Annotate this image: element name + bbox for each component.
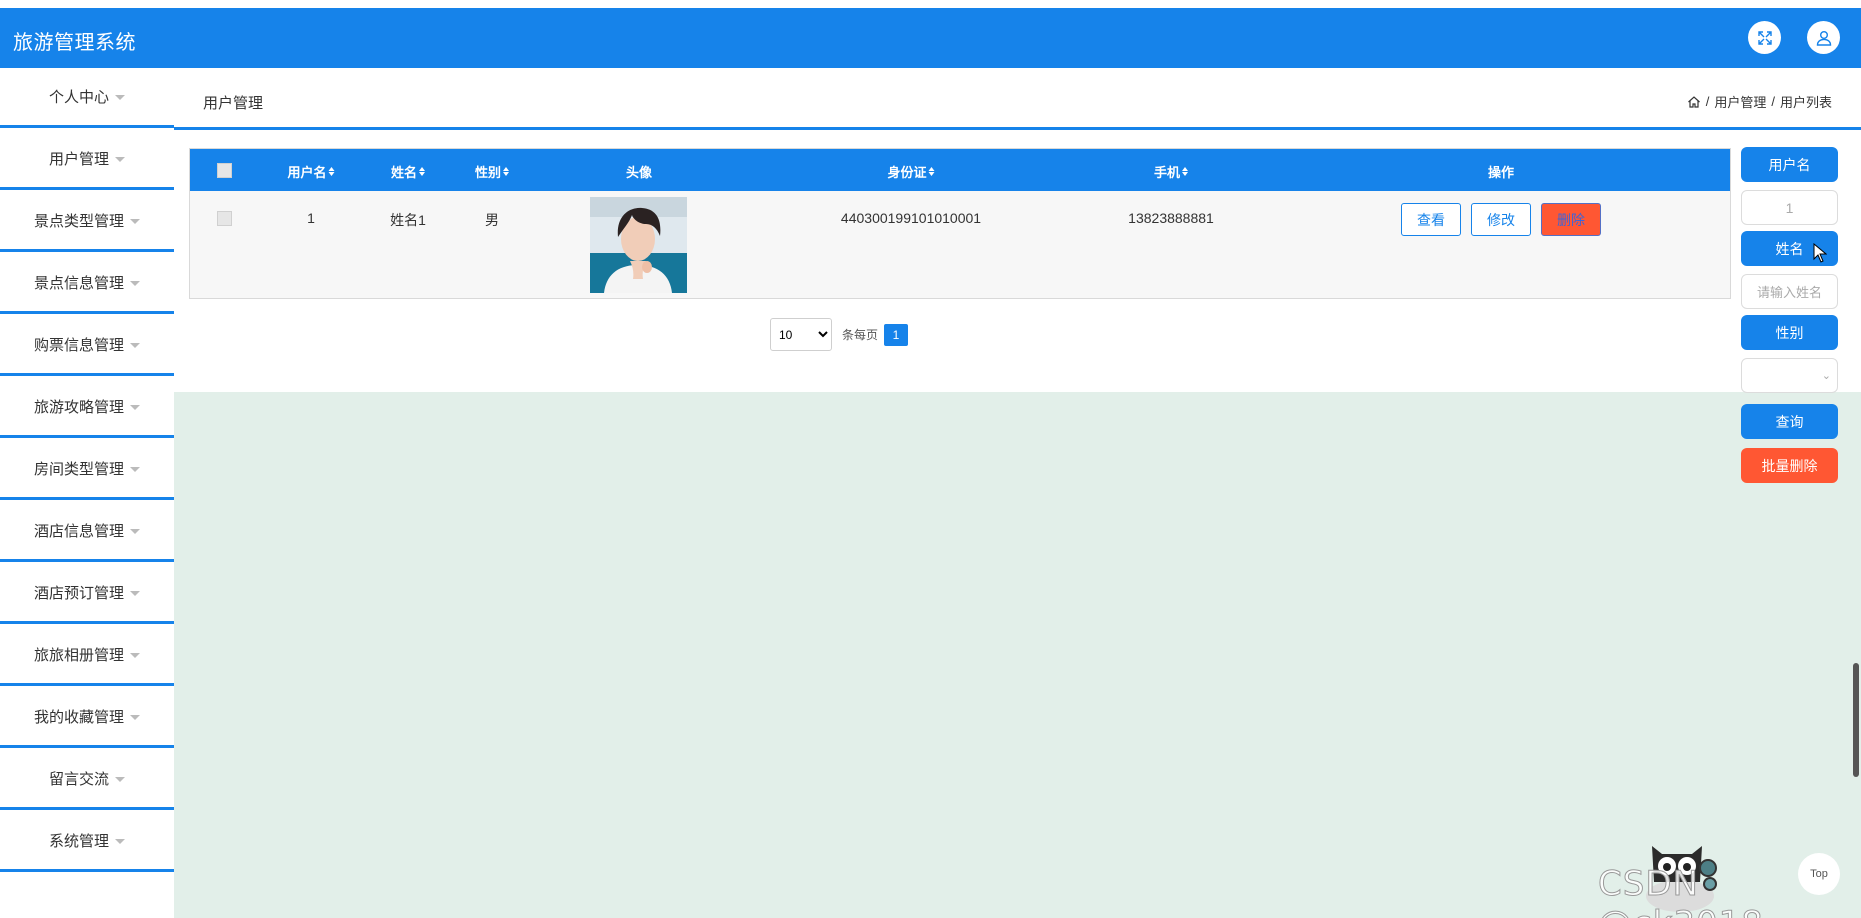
sidebar-item-travel-guide[interactable]: 旅游攻略管理 xyxy=(0,378,174,438)
sidebar-item-label: 景点类型管理 xyxy=(33,213,124,230)
sidebar-item-hotel-booking[interactable]: 酒店预订管理 xyxy=(0,564,174,624)
sidebar-item-ticket-info[interactable]: 购票信息管理 xyxy=(0,316,174,376)
user-table: 用户名 姓名 性别 头像 身份证 手机 操作 1 姓名1 男 440300199… xyxy=(189,148,1731,299)
batch-delete-button[interactable]: 批量删除 xyxy=(1741,448,1838,483)
sidebar-item-label: 个人中心 xyxy=(48,89,109,106)
breadcrumb: / 用户管理 / 用户列表 xyxy=(1687,92,1832,111)
caret-down-icon xyxy=(115,838,125,844)
sort-icon xyxy=(928,167,935,176)
sidebar-item-label: 酒店信息管理 xyxy=(33,523,124,540)
sidebar-item-label: 旅游攻略管理 xyxy=(33,399,124,416)
sidebar-item-photo-album[interactable]: 旅旅相册管理 xyxy=(0,626,174,686)
sidebar-item-label: 用户管理 xyxy=(48,151,109,168)
user-icon xyxy=(1816,30,1831,46)
caret-down-icon xyxy=(130,528,140,534)
column-header-name[interactable]: 姓名 xyxy=(391,162,426,181)
avatar-photo xyxy=(590,197,687,293)
sidebar-item-label: 购票信息管理 xyxy=(33,337,124,354)
cell-name: 姓名1 xyxy=(390,212,426,228)
app-title: 旅游管理系统 xyxy=(13,30,136,54)
caret-down-icon xyxy=(130,652,140,658)
sidebar-item-label: 旅旅相册管理 xyxy=(33,647,124,664)
page-number-current[interactable]: 1 xyxy=(884,323,909,346)
sidebar-item-label: 房间类型管理 xyxy=(33,461,124,478)
name-input[interactable]: 请输入姓名 xyxy=(1741,274,1838,309)
sort-icon xyxy=(419,167,426,176)
sidebar-item-scenic-type[interactable]: 景点类型管理 xyxy=(0,192,174,252)
sidebar-item-label: 我的收藏管理 xyxy=(33,709,124,726)
avatar-image xyxy=(590,197,687,293)
window-top-strip xyxy=(0,0,1861,8)
pagination: 10 条每页 1 xyxy=(770,318,909,351)
breadcrumb-item-user-management[interactable]: 用户管理 xyxy=(1714,92,1766,111)
breadcrumb-separator: / xyxy=(1705,94,1710,109)
gender-select[interactable]: ⌄ xyxy=(1741,358,1838,393)
page-topbar: 用户管理 / 用户管理 / 用户列表 xyxy=(174,68,1861,130)
caret-down-icon xyxy=(115,156,125,162)
sidebar: 个人中心 用户管理 景点类型管理 景点信息管理 购票信息管理 旅游攻略管理 房间… xyxy=(0,68,174,918)
sidebar-item-label: 系统管理 xyxy=(48,833,109,850)
sidebar-item-messages[interactable]: 留言交流 xyxy=(0,750,174,810)
username-label: 用户名 xyxy=(1741,147,1838,182)
sidebar-item-system[interactable]: 系统管理 xyxy=(0,812,174,872)
caret-down-icon xyxy=(115,776,125,782)
row-checkbox[interactable] xyxy=(217,211,232,226)
caret-down-icon xyxy=(115,94,125,100)
view-button[interactable]: 查看 xyxy=(1401,203,1461,236)
column-header-actions: 操作 xyxy=(1487,165,1515,180)
sort-icon xyxy=(1182,167,1189,176)
sidebar-item-label: 酒店预订管理 xyxy=(33,585,124,602)
caret-down-icon xyxy=(130,218,140,224)
home-icon[interactable] xyxy=(1687,95,1701,109)
caret-down-icon xyxy=(130,590,140,596)
table-header: 用户名 姓名 性别 头像 身份证 手机 操作 xyxy=(190,149,1730,191)
fullscreen-icon xyxy=(1757,30,1772,45)
caret-down-icon xyxy=(130,404,140,410)
cell-gender: 男 xyxy=(485,212,499,228)
column-header-avatar: 头像 xyxy=(625,165,653,180)
app-header: 旅游管理系统 xyxy=(0,8,1861,68)
sort-icon xyxy=(503,167,510,176)
sidebar-item-label: 留言交流 xyxy=(48,771,109,788)
page-scrollbar[interactable] xyxy=(1853,663,1859,777)
column-header-gender[interactable]: 性别 xyxy=(475,162,510,181)
edit-button[interactable]: 修改 xyxy=(1471,203,1531,236)
column-header-id-card[interactable]: 身份证 xyxy=(887,162,935,181)
sidebar-item-personal-center[interactable]: 个人中心 xyxy=(0,68,174,128)
sidebar-item-scenic-info[interactable]: 景点信息管理 xyxy=(0,254,174,314)
sidebar-item-user-management[interactable]: 用户管理 xyxy=(0,130,174,190)
gender-label: 性别 xyxy=(1741,315,1838,350)
select-all-checkbox[interactable] xyxy=(217,163,232,178)
per-page-label: 条每页 xyxy=(842,328,879,342)
sidebar-item-favorites[interactable]: 我的收藏管理 xyxy=(0,688,174,748)
cell-id-card: 440300199101010001 xyxy=(840,210,982,226)
caret-down-icon xyxy=(130,280,140,286)
sidebar-item-room-type[interactable]: 房间类型管理 xyxy=(0,440,174,500)
delete-button[interactable]: 删除 xyxy=(1541,203,1601,236)
breadcrumb-separator: / xyxy=(1771,94,1775,109)
query-button[interactable]: 查询 xyxy=(1741,404,1838,439)
column-header-phone[interactable]: 手机 xyxy=(1154,162,1189,181)
caret-down-icon xyxy=(130,342,140,348)
cell-phone: 13823888881 xyxy=(1128,210,1214,226)
sidebar-item-label: 景点信息管理 xyxy=(33,275,124,292)
mouse-cursor-icon xyxy=(1813,243,1827,263)
back-to-top-button[interactable]: Top xyxy=(1798,853,1840,895)
sidebar-item-hotel-info[interactable]: 酒店信息管理 xyxy=(0,502,174,562)
page-size-select[interactable]: 10 xyxy=(770,318,832,351)
page-title: 用户管理 xyxy=(203,95,264,112)
sort-icon xyxy=(328,167,335,176)
username-input[interactable]: 1 xyxy=(1741,190,1838,225)
fullscreen-button[interactable] xyxy=(1748,21,1781,54)
content-background xyxy=(174,392,1861,918)
caret-down-icon xyxy=(130,714,140,720)
breadcrumb-item-user-list: 用户列表 xyxy=(1779,95,1832,110)
caret-down-icon xyxy=(130,466,140,472)
column-header-username[interactable]: 用户名 xyxy=(287,162,335,181)
cell-username: 1 xyxy=(307,210,315,226)
user-menu-button[interactable] xyxy=(1807,21,1840,54)
chevron-down-icon: ⌄ xyxy=(1821,370,1831,382)
